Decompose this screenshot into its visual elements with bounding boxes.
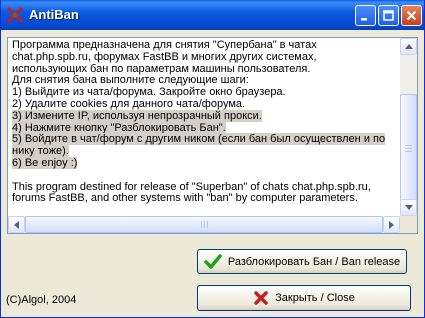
ban-release-label: Разблокировать Бан / Ban release (227, 255, 401, 268)
scroll-down-button[interactable] (400, 199, 417, 216)
maximize-button[interactable] (378, 5, 399, 26)
app-icon (6, 6, 24, 24)
scroll-left-button[interactable] (8, 216, 25, 233)
vertical-scrollbar[interactable] (400, 38, 417, 216)
grip-line (405, 151, 412, 152)
scroll-up-button[interactable] (400, 38, 417, 55)
close-button[interactable]: Закрыть / Close (197, 285, 411, 311)
text-line (12, 170, 398, 182)
text-line: 5) Войдите в чат/форум с другим ником (е… (12, 133, 386, 146)
copyright-text: (C)Algol, 2004 (6, 294, 77, 306)
text-line: нику тоже). (12, 145, 69, 158)
minimize-icon (361, 18, 367, 21)
horizontal-scrollbar[interactable] (8, 216, 400, 233)
text-line: 3) Измените IP, используя непрозрачный п… (12, 109, 262, 122)
grip-line (204, 221, 205, 228)
text-line: 6) Be enjoy :) (12, 156, 78, 169)
text-line: forums FastBB, and other systems with "b… (12, 192, 358, 205)
antiban-window: AntiBan Программа предназначена для снят… (0, 0, 425, 318)
grip-line (201, 221, 202, 228)
close-icon (406, 10, 417, 21)
red-x-icon (254, 291, 268, 305)
arrow-down-icon (404, 205, 413, 210)
minimize-button[interactable] (355, 5, 376, 26)
checkmark-icon (204, 253, 222, 269)
horizontal-scroll-thumb[interactable] (25, 216, 383, 233)
close-window-button[interactable] (401, 5, 422, 26)
info-textarea[interactable]: Программа предназначена для снятия "Супе… (7, 37, 418, 234)
arrow-up-icon (404, 44, 413, 49)
vertical-scroll-thumb[interactable] (400, 94, 417, 206)
grip-line (405, 145, 412, 146)
grip-line (405, 148, 412, 149)
text-line: 4) Нажмите кнопку "Разблокировать Бан". (12, 121, 226, 134)
arrow-right-icon (389, 220, 394, 229)
text-line: chat.php.spb.ru, форумах FastBB и многих… (12, 50, 317, 63)
close-label: Закрыть / Close (275, 292, 355, 304)
info-text: Программа предназначена для снятия "Супе… (12, 39, 398, 205)
scrollbar-corner (400, 216, 417, 233)
title-bar[interactable]: AntiBan (1, 0, 424, 30)
grip-line (207, 221, 208, 228)
maximize-icon (383, 10, 394, 21)
arrow-left-icon (14, 220, 19, 229)
ban-release-button[interactable]: Разблокировать Бан / Ban release (197, 249, 407, 274)
window-title: AntiBan (29, 7, 79, 22)
text-line: 2) Удалите cookies для данного чата/фору… (12, 97, 246, 110)
scroll-right-button[interactable] (383, 216, 400, 233)
